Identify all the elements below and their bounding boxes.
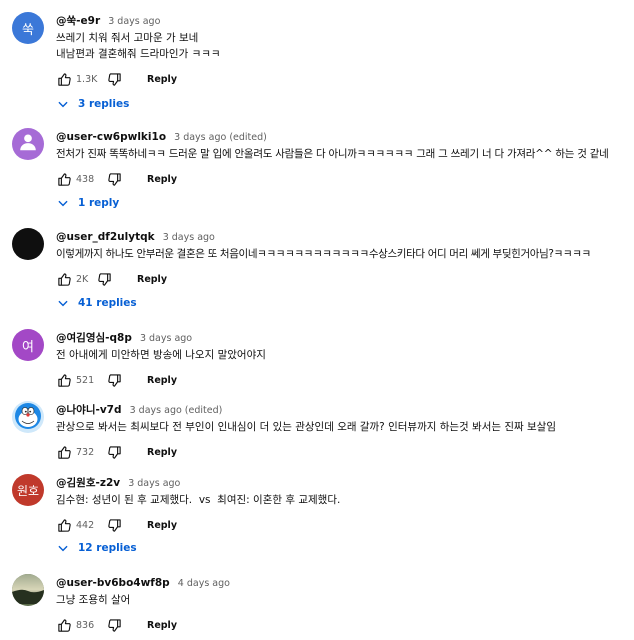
comment-author[interactable]: @여김영심-q8p	[56, 332, 132, 344]
comment-author[interactable]: @user_df2ulytqk	[56, 231, 155, 243]
reply-button[interactable]: Reply	[137, 274, 167, 285]
replies-count-label: 41 replies	[78, 297, 137, 309]
chevron-down-icon	[56, 97, 70, 111]
comment-author[interactable]: @쑥-e9r	[56, 15, 100, 27]
comment-author[interactable]: @나야니-v7d	[56, 404, 122, 416]
replies-count-label: 3 replies	[78, 98, 130, 110]
view-replies-button[interactable]: 41 replies	[56, 295, 137, 311]
comment-text-line: 이렇게까지 하나도 안부러운 결혼은 또 처음이네ㅋㅋㅋㅋㅋㅋㅋㅋㅋㅋㅋㅋ수상스…	[56, 248, 591, 260]
comment-time[interactable]: 3 days ago	[108, 16, 160, 27]
comment-author[interactable]: @user-bv6bo4wf8p	[56, 577, 170, 589]
thumbs-up-icon[interactable]	[56, 617, 72, 633]
avatar[interactable]: 쑥	[12, 12, 44, 44]
comment-time[interactable]: 3 days ago	[128, 478, 180, 489]
comment-text: 김수현: 성년이 된 후 교제했다. vs 최여진: 이혼한 후 교제했다.	[56, 492, 626, 508]
reply-button[interactable]: Reply	[147, 375, 177, 386]
comment-text: 이렇게까지 하나도 안부러운 결혼은 또 처음이네ㅋㅋㅋㅋㅋㅋㅋㅋㅋㅋㅋㅋ수상스…	[56, 246, 626, 262]
comment-text: 전처가 진짜 똑똑하네ㅋㅋ 드러운 말 입에 안올려도 사람들은 다 아니까ㅋㅋ…	[56, 146, 626, 162]
comment-author[interactable]: @김원호-z2v	[56, 477, 120, 489]
avatar[interactable]	[12, 128, 44, 160]
comment-text-line: 전 아내에게 미안하면 방송에 나오지 말았어야지	[56, 349, 266, 361]
like-count: 1.3K	[76, 73, 98, 85]
avatar[interactable]: 원호	[12, 474, 44, 506]
reply-button[interactable]: Reply	[147, 447, 177, 458]
default-user-icon	[17, 131, 39, 157]
thumbs-down-icon[interactable]	[96, 271, 112, 287]
thumbs-down-icon[interactable]	[106, 444, 122, 460]
reply-button[interactable]: Reply	[147, 74, 177, 85]
like-count: 521	[76, 374, 95, 386]
avatar[interactable]	[12, 574, 44, 606]
comment-time[interactable]: 3 days ago	[163, 232, 215, 243]
reply-button[interactable]: Reply	[147, 520, 177, 531]
comment-text-line: 쓰레기 치워 줘서 고마운 가 보네	[56, 32, 199, 44]
landscape-avatar-icon	[12, 574, 44, 606]
thumbs-up-icon[interactable]	[56, 71, 72, 87]
comment-text-line: 전처가 진짜 똑똑하네ㅋㅋ 드러운 말 입에 안올려도 사람들은 다 아니까ㅋㅋ…	[56, 148, 609, 160]
view-replies-button[interactable]: 12 replies	[56, 540, 137, 556]
comment-author[interactable]: @user-cw6pwlki1o	[56, 131, 166, 143]
comment-text-line: 관상으로 봐서는 최씨보다 전 부인이 인내심이 더 있는 관상인데 오래 갈까…	[56, 421, 556, 433]
like-count: 732	[76, 446, 95, 458]
like-count: 836	[76, 619, 95, 631]
replies-count-label: 1 reply	[78, 197, 120, 209]
comment-time[interactable]: 3 days ago (edited)	[130, 405, 223, 416]
thumbs-up-icon[interactable]	[56, 271, 72, 287]
chevron-down-icon	[56, 296, 70, 310]
comment-time[interactable]: 3 days ago (edited)	[174, 132, 267, 143]
thumbs-down-icon[interactable]	[106, 171, 122, 187]
doraemon-avatar-icon	[12, 401, 44, 433]
comment-text: 전 아내에게 미안하면 방송에 나오지 말았어야지	[56, 347, 626, 363]
avatar-initial: 여	[22, 339, 34, 355]
like-count: 442	[76, 519, 95, 531]
view-replies-button[interactable]: 3 replies	[56, 96, 129, 112]
comment-time[interactable]: 3 days ago	[140, 333, 192, 344]
chevron-down-icon	[56, 196, 70, 210]
view-replies-button[interactable]: 1 reply	[56, 195, 119, 211]
comment-text-line: 김수현: 성년이 된 후 교제했다. vs 최여진: 이혼한 후 교제했다.	[56, 494, 341, 506]
thumbs-down-icon[interactable]	[106, 617, 122, 633]
avatar-initial: 원호	[16, 483, 40, 498]
avatar-initial: 쑥	[22, 22, 34, 38]
avatar[interactable]: 여	[12, 329, 44, 361]
comment-text: 쓰레기 치워 줘서 고마운 가 보네 내남편과 결혼해줘 드라마인가 ㅋㅋㅋ	[56, 30, 626, 62]
thumbs-down-icon[interactable]	[106, 517, 122, 533]
avatar[interactable]	[12, 401, 44, 433]
comment-text-line: 내남편과 결혼해줘 드라마인가 ㅋㅋㅋ	[56, 48, 221, 60]
comment-text-line: 그냥 조용히 살어	[56, 594, 131, 606]
replies-count-label: 12 replies	[78, 542, 137, 554]
thumbs-up-icon[interactable]	[56, 171, 72, 187]
avatar[interactable]	[12, 228, 44, 260]
thumbs-up-icon[interactable]	[56, 444, 72, 460]
chevron-down-icon	[56, 541, 70, 555]
like-count: 2K	[76, 273, 89, 285]
reply-button[interactable]: Reply	[147, 620, 177, 631]
like-count: 438	[76, 173, 95, 185]
comment-text: 관상으로 봐서는 최씨보다 전 부인이 인내심이 더 있는 관상인데 오래 갈까…	[56, 419, 626, 435]
comment-time[interactable]: 4 days ago	[178, 578, 230, 589]
thumbs-up-icon[interactable]	[56, 517, 72, 533]
reply-button[interactable]: Reply	[147, 174, 177, 185]
comment-text: 그냥 조용히 살어	[56, 592, 626, 608]
thumbs-up-icon[interactable]	[56, 372, 72, 388]
thumbs-down-icon[interactable]	[106, 372, 122, 388]
thumbs-down-icon[interactable]	[106, 71, 122, 87]
